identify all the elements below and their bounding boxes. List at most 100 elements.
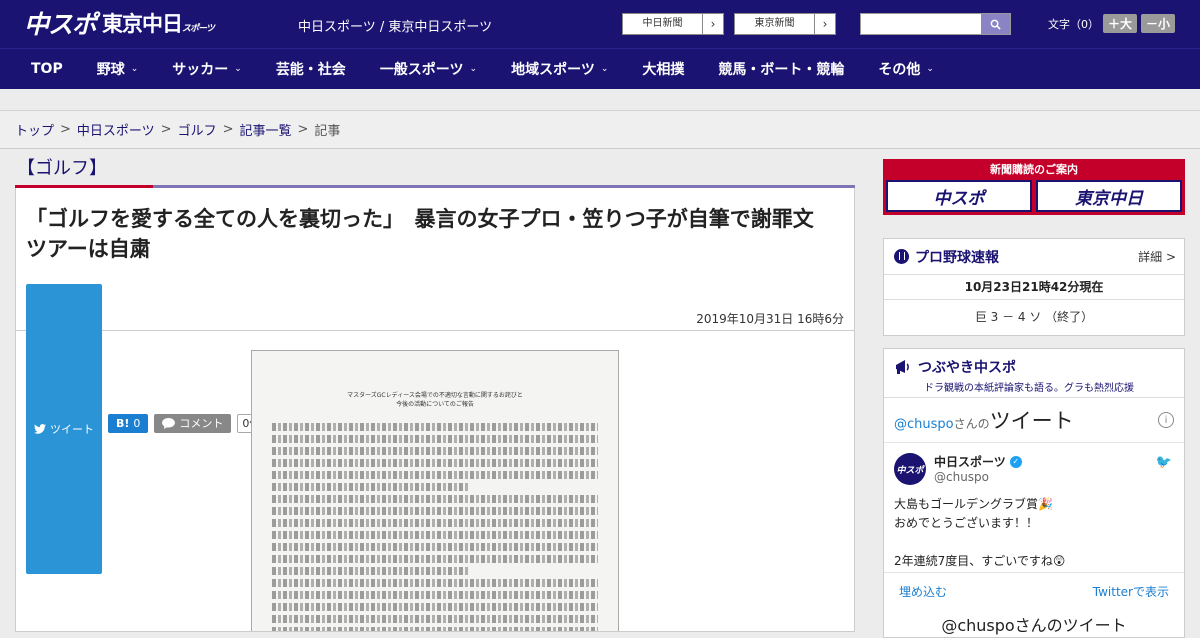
article-title: 「ゴルフを愛する全ての人を裏切った」 暴言の女子プロ・笠りつ子が自筆で謝罪文 ツ…	[26, 207, 835, 261]
letter-title: マスターズGCレディース会場での不適切な言動に関するお詫びと 今後の活動についての…	[272, 391, 598, 409]
breadcrumb-article-list[interactable]: 記事一覧	[240, 120, 292, 139]
breadcrumb-separator: >	[60, 122, 71, 137]
twitter-bird-icon: 🐦	[1155, 455, 1172, 470]
tweet-user-handle[interactable]: @chuspo	[934, 470, 1022, 484]
nav-label: サッカー	[172, 62, 229, 78]
search-input[interactable]	[861, 14, 981, 34]
subscribe-chunichi-button[interactable]: 中スポ	[886, 180, 1032, 212]
letter-title-line-1: マスターズGCレディース会場での不適切な言動に関するお詫びと	[347, 392, 523, 399]
nav-item-sumo[interactable]: 大相撲	[642, 59, 684, 79]
nav-item-other[interactable]: その他 ⌄	[878, 59, 934, 79]
subscription-title: 新聞購読のご案内	[990, 163, 1078, 176]
chevron-down-icon: ⌄	[130, 64, 139, 74]
article-date: 2019年10月31日 16時6分	[696, 312, 844, 326]
tsubuyaki-chuspo: つぶやき中スポ ドラ観戦の本紙評論家も語る。グラも熱烈応援 @chuspoさんの…	[883, 348, 1185, 638]
breadcrumb-top[interactable]: トップ	[15, 120, 54, 139]
font-larger-button[interactable]: ＋大	[1103, 14, 1138, 33]
breadcrumb-separator: >	[297, 122, 309, 137]
chevron-right-icon: ›	[710, 17, 716, 31]
nav-item-racing[interactable]: 競馬・ボート・競輪	[718, 59, 844, 79]
logo-chunichi-sports: 中スポ	[24, 10, 97, 39]
chevron-right-icon: ›	[822, 17, 828, 31]
search-icon	[990, 19, 1001, 30]
nav-item-regional-sports[interactable]: 地域スポーツ ⌄	[511, 59, 608, 79]
twitter-timeline-widget: @chuspoさんのツイート i 中スポ 中日スポーツ ✓ @chuspo 🐦 大…	[884, 397, 1184, 636]
site-tagline: 中日スポーツ / 東京中日スポーツ	[298, 20, 493, 35]
nav-label: 競馬・ボート・競輪	[718, 62, 845, 78]
article-card: 「ゴルフを愛する全ての人を裏切った」 暴言の女子プロ・笠りつ子が自筆で謝罪文 ツ…	[15, 188, 855, 632]
breadcrumb-golf[interactable]: ゴルフ	[178, 120, 217, 139]
view-on-twitter-link[interactable]: Twitterで表示	[1093, 583, 1169, 600]
font-size-control: 文字（0） ＋大 －小	[1048, 14, 1176, 33]
nav-item-soccer[interactable]: サッカー ⌄	[172, 59, 242, 79]
baseball-updated-time: 10月23日21時42分現在	[884, 275, 1184, 300]
font-smaller-button[interactable]: －小	[1141, 14, 1176, 33]
nav-label: 野球	[96, 62, 125, 78]
nav-label: TOP	[31, 61, 63, 77]
baseball-title: プロ野球速報	[915, 249, 999, 266]
breadcrumb-chunichi-sports[interactable]: 中日スポーツ	[77, 120, 155, 139]
tweet-line: 2年連続7度目、すごいですね😲	[894, 554, 1066, 568]
chevron-down-icon: ⌄	[600, 64, 609, 74]
article-column: 【ゴルフ】 「ゴルフを愛する全ての人を裏切った」 暴言の女子プロ・笠りつ子が自筆…	[15, 149, 855, 632]
chevron-down-icon: ⌄	[926, 64, 934, 74]
nav-label: 芸能・社会	[275, 62, 346, 78]
chunichi-shimbun-button[interactable]: 中日新聞 ›	[622, 13, 724, 35]
nav-item-top[interactable]: TOP	[31, 61, 63, 77]
subscribe-tokyo-button[interactable]: 東京中日	[1036, 180, 1182, 212]
chunichi-shimbun-label: 中日新聞	[623, 14, 703, 34]
info-icon[interactable]: i	[1158, 412, 1174, 428]
category-heading: 【ゴルフ】	[17, 158, 107, 179]
search-box	[860, 13, 1011, 35]
breadcrumb-current: 記事	[314, 124, 341, 139]
spacer	[0, 89, 1200, 111]
megaphone-icon	[896, 360, 909, 374]
tweet-item[interactable]: 中スポ 中日スポーツ ✓ @chuspo 🐦 大島もゴールデングラブ賞🎉 おめでと…	[884, 443, 1184, 573]
tsubuyaki-subtitle: ドラ観戦の本紙評論家も語る。グラも熱烈応援	[924, 383, 1134, 394]
nav-item-entertainment[interactable]: 芸能・社会	[276, 59, 346, 79]
letter-title-line-2: 今後の活動についてのご報告	[396, 401, 474, 408]
breadcrumb-separator: >	[160, 122, 172, 137]
tokyo-shimbun-button[interactable]: 東京新聞 ›	[734, 13, 836, 35]
nav-label: 一般スポーツ	[379, 62, 464, 78]
nav-label: 地域スポーツ	[511, 62, 595, 78]
nav-item-baseball[interactable]: 野球 ⌄	[97, 59, 139, 79]
search-button[interactable]	[981, 14, 1010, 34]
timeline-handle[interactable]: @chuspo	[894, 417, 954, 432]
baseball-score[interactable]: 巨 3 － 4 ソ （終了）	[884, 300, 1184, 335]
tweet-text: 大島もゴールデングラブ賞🎉 おめでとうございます！！ 2年連続7度目、すごいです…	[894, 495, 1174, 571]
tweet-user-name[interactable]: 中日スポーツ	[934, 453, 1006, 470]
verified-badge-icon: ✓	[1009, 455, 1022, 468]
top-header: 中スポ 東京中日スポーツ 中日スポーツ / 東京中日スポーツ 中日新聞 › 東京…	[0, 0, 1200, 48]
article-body: マスターズGCレディース会場での不適切な言動に関するお詫びと 今後の活動についての…	[16, 331, 854, 631]
breadcrumb: トップ > 中日スポーツ > ゴルフ > 記事一覧 > 記事	[0, 111, 1200, 149]
nav-label: その他	[878, 62, 921, 78]
nav-label: 大相撲	[642, 62, 685, 78]
apology-letter-image: マスターズGCレディース会場での不適切な言動に関するお詫びと 今後の活動についての…	[251, 350, 619, 631]
baseball-icon	[894, 249, 909, 264]
embed-link[interactable]: 埋め込む	[899, 583, 947, 600]
chevron-down-icon: ⌄	[469, 64, 478, 74]
article-header: 「ゴルフを愛する全ての人を裏切った」 暴言の女子プロ・笠りつ子が自筆で謝罪文 ツ…	[16, 188, 854, 574]
subscription-banner: 新聞購読のご案内 中スポ 東京中日	[883, 159, 1185, 215]
tweet-line: 大島もゴールデングラブ賞🎉	[894, 497, 1053, 511]
timeline-heading: ツイート	[989, 409, 1074, 433]
tokyo-shimbun-label: 東京新聞	[735, 14, 815, 34]
tweet-line: おめでとうございます！！	[894, 516, 1039, 530]
tsubuyaki-title: つぶやき中スポ	[918, 360, 1016, 376]
site-logo[interactable]: 中スポ 東京中日スポーツ	[24, 8, 215, 39]
breadcrumb-separator: >	[222, 122, 234, 137]
font-size-label: 文字（0）	[1048, 17, 1099, 31]
main-nav: TOP 野球 ⌄ サッカー ⌄ 芸能・社会 一般スポーツ ⌄ 地域スポーツ ⌄ 大相撲 …	[0, 48, 1200, 89]
logo-tokyo-chunichi: 東京中日スポーツ	[102, 8, 215, 38]
timeline-san: さんの	[953, 417, 990, 431]
avatar[interactable]: 中スポ	[894, 453, 926, 485]
sidebar: 新聞購読のご案内 中スポ 東京中日 プロ野球速報 詳細 > 10月23日21時4…	[883, 159, 1185, 638]
logo-tokyo-small: スポーツ	[182, 24, 215, 34]
timeline-next-heading: @chuspoさんのツイート	[941, 616, 1127, 635]
pro-baseball-scores: プロ野球速報 詳細 > 10月23日21時42分現在 巨 3 － 4 ソ （終了…	[883, 238, 1185, 336]
nav-item-general-sports[interactable]: 一般スポーツ ⌄	[380, 59, 477, 79]
baseball-details-link[interactable]: 詳細 >	[1138, 248, 1176, 265]
logo-tokyo-text: 東京中日	[102, 12, 183, 36]
chevron-down-icon: ⌄	[234, 64, 242, 74]
